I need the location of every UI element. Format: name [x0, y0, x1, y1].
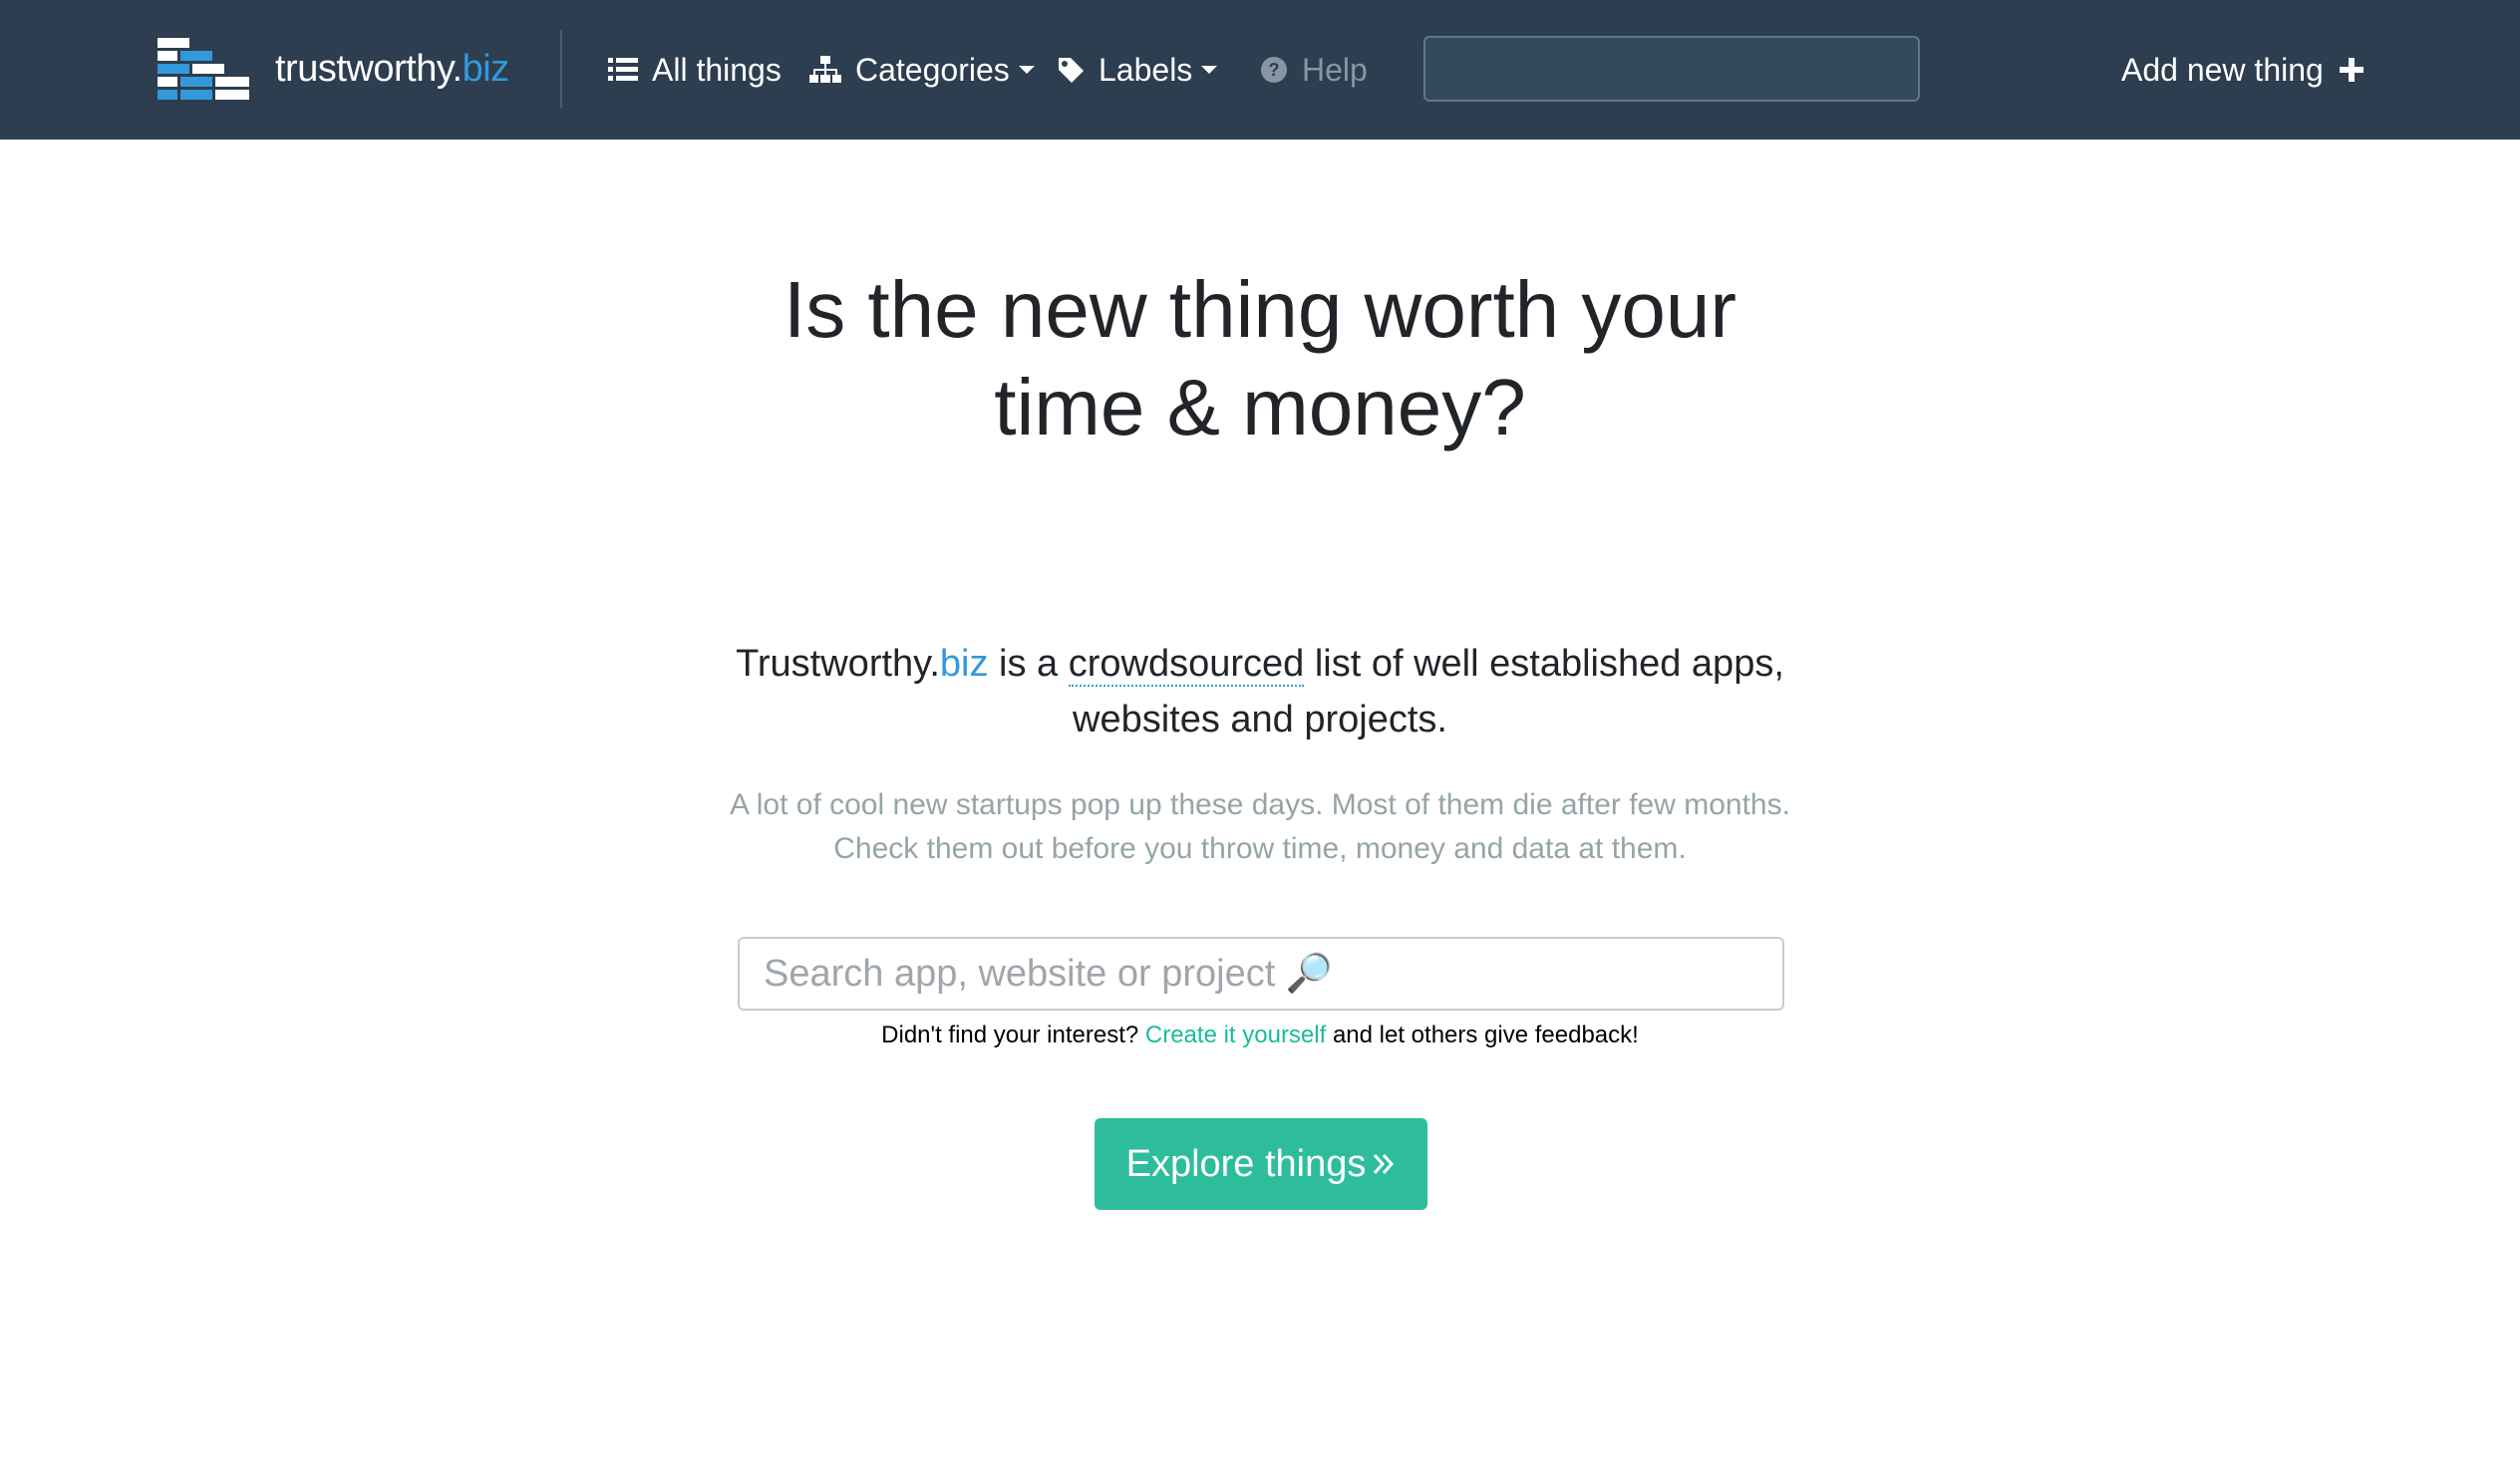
headline-line-2: time & money? — [994, 363, 1526, 451]
add-new-thing-button[interactable]: Add new thing — [2121, 44, 2363, 96]
nav-all-things[interactable]: All things — [608, 44, 782, 96]
lead-brand-accent: biz — [939, 643, 989, 685]
tag-icon — [1059, 58, 1084, 83]
hero-lead: Trustworthy.biz is a crowdsourced list o… — [662, 636, 1858, 747]
subtext-line-1: A lot of cool new startups pop up these … — [730, 788, 1790, 821]
explore-things-button[interactable]: Explore things — [1095, 1118, 1427, 1210]
lead-text-before: is a — [988, 643, 1069, 685]
add-new-thing-label: Add new thing — [2121, 51, 2324, 88]
crowdsourced-tooltip-term[interactable]: crowdsourced — [1068, 643, 1305, 687]
bricks-logo-icon — [158, 38, 249, 100]
explore-things-label: Explore things — [1125, 1142, 1367, 1185]
main-search-input[interactable] — [738, 937, 1784, 1011]
headline-line-1: Is the new thing worth your — [783, 265, 1737, 354]
brand-name-accent: biz — [462, 47, 510, 90]
brand-link[interactable]: trustworthy.biz — [158, 36, 509, 102]
nav-help[interactable]: ? Help — [1260, 44, 1368, 96]
nav-categories-dropdown[interactable]: Categories — [809, 44, 1036, 96]
lead-line-2: websites and projects. — [1073, 699, 1447, 740]
brand-name-main: trustworthy. — [275, 47, 463, 90]
lead-text-after: list of well established apps, — [1304, 643, 1784, 685]
create-it-yourself-link[interactable]: Create it yourself — [1145, 1022, 1326, 1048]
question-circle-icon: ? — [1261, 57, 1287, 83]
plus-icon — [2339, 58, 2363, 82]
hero-subtext: A lot of cool new startups pop up these … — [662, 783, 1858, 871]
create-hint: Didn't find your interest? Create it you… — [662, 1017, 1858, 1054]
double-chevron-right-icon — [1374, 1154, 1395, 1174]
caret-down-icon — [1201, 66, 1218, 74]
nav-help-label: Help — [1302, 51, 1368, 88]
list-icon — [608, 58, 638, 81]
navbar-search-input[interactable] — [1423, 36, 1920, 102]
navbar-divider — [560, 30, 562, 108]
lead-brand-main: Trustworthy. — [736, 643, 940, 685]
svg-text:?: ? — [1269, 60, 1280, 80]
hint-after: and let others give feedback! — [1326, 1022, 1639, 1048]
subtext-line-2: Check them out before you throw time, mo… — [833, 832, 1687, 865]
nav-all-things-label: All things — [652, 51, 782, 88]
nav-labels-dropdown[interactable]: Labels — [1057, 44, 1218, 96]
top-navbar: trustworthy.biz All things Categories La… — [0, 0, 2520, 140]
hint-before: Didn't find your interest? — [881, 1022, 1145, 1048]
sitemap-icon — [809, 56, 841, 83]
nav-labels-label: Labels — [1099, 51, 1193, 88]
brand-name: trustworthy.biz — [275, 48, 509, 91]
hero-headline: Is the new thing worth your time & money… — [662, 261, 1858, 456]
nav-categories-label: Categories — [855, 51, 1010, 88]
caret-down-icon — [1018, 66, 1035, 74]
